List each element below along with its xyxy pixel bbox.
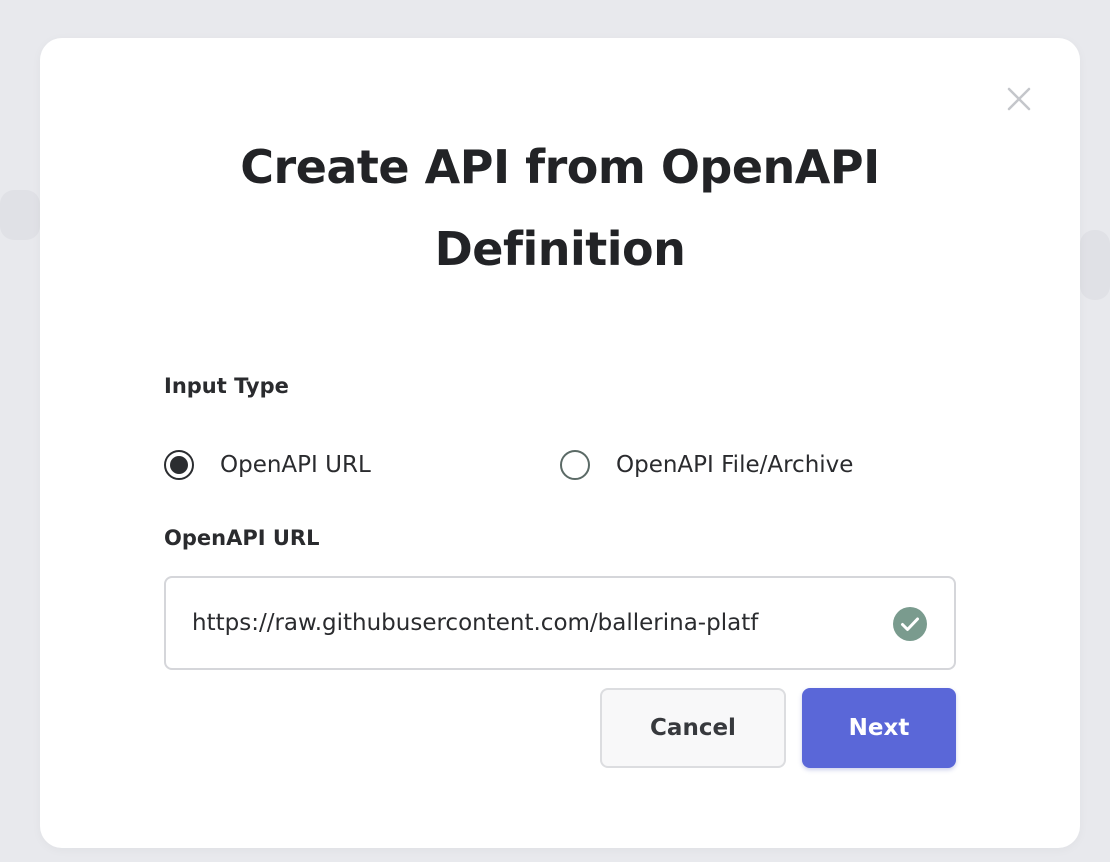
radio-label-openapi-file: OpenAPI File/Archive (616, 452, 854, 478)
radio-dot (170, 456, 188, 474)
openapi-url-field[interactable] (164, 576, 956, 670)
radio-openapi-file[interactable]: OpenAPI File/Archive (560, 450, 853, 480)
radio-button-unchecked[interactable] (560, 450, 590, 480)
radio-openapi-url[interactable]: OpenAPI URL (164, 450, 371, 480)
openapi-url-label: OpenAPI URL (164, 526, 320, 550)
create-api-dialog: Create API from OpenAPI Definition Input… (40, 38, 1080, 848)
background-panel (0, 190, 40, 240)
check-circle-icon (893, 607, 927, 641)
openapi-url-input[interactable] (192, 578, 882, 668)
dialog-title: Create API from OpenAPI Definition (240, 140, 880, 276)
next-button[interactable]: Next (802, 688, 956, 768)
radio-label-openapi-url: OpenAPI URL (220, 452, 371, 478)
close-button[interactable] (1006, 86, 1032, 112)
input-type-label: Input Type (164, 374, 289, 398)
radio-button-checked[interactable] (164, 450, 194, 480)
cancel-button[interactable]: Cancel (600, 688, 786, 768)
background-panel (1080, 230, 1110, 300)
close-icon (1007, 87, 1031, 111)
